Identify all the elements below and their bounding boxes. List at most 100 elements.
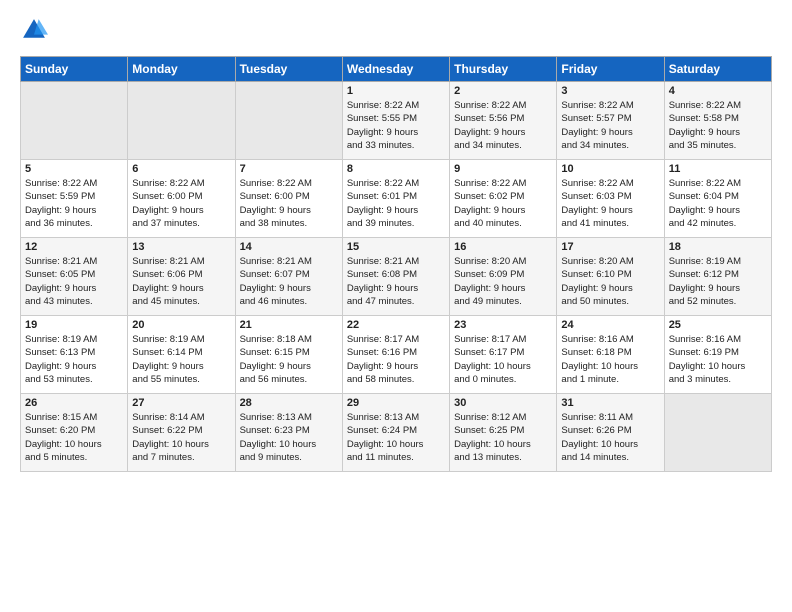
day-number: 21: [240, 319, 338, 331]
day-number: 12: [25, 241, 123, 253]
calendar-cell: [235, 82, 342, 160]
day-info: Sunrise: 8:22 AM Sunset: 6:03 PM Dayligh…: [561, 177, 659, 230]
calendar-cell: 2 Sunrise: 8:22 AM Sunset: 5:56 PM Daylig…: [450, 82, 557, 160]
day-number: 19: [25, 319, 123, 331]
day-number: 5: [25, 163, 123, 175]
calendar-cell: 27 Sunrise: 8:14 AM Sunset: 6:22 PM Dayli…: [128, 394, 235, 472]
calendar-cell: 28Sunrise: 8:13 AM Sunset: 6:23 PM Dayli…: [235, 394, 342, 472]
logo-icon: [20, 16, 48, 44]
day-number: 3: [561, 85, 659, 97]
day-number: 11: [669, 163, 767, 175]
day-number: 24: [561, 319, 659, 331]
weekday-header-sunday: Sunday: [21, 57, 128, 82]
day-number: 2: [454, 85, 552, 97]
day-info: Sunrise: 8:21 AM Sunset: 6:08 PM Dayligh…: [347, 255, 445, 308]
day-info: Sunrise: 8:19 AM Sunset: 6:12 PM Dayligh…: [669, 255, 767, 308]
calendar-cell: 3 Sunrise: 8:22 AM Sunset: 5:57 PM Daylig…: [557, 82, 664, 160]
calendar-cell: 26Sunrise: 8:15 AM Sunset: 6:20 PM Dayli…: [21, 394, 128, 472]
day-number: 9: [454, 163, 552, 175]
day-info: Sunrise: 8:13 AM Sunset: 6:24 PM Dayligh…: [347, 411, 445, 464]
weekday-header-tuesday: Tuesday: [235, 57, 342, 82]
calendar-cell: 11 Sunrise: 8:22 AM Sunset: 6:04 PM Dayli…: [664, 160, 771, 238]
day-info: Sunrise: 8:19 AM Sunset: 6:13 PM Dayligh…: [25, 333, 123, 386]
weekday-header-wednesday: Wednesday: [342, 57, 449, 82]
day-info: Sunrise: 8:11 AM Sunset: 6:26 PM Dayligh…: [561, 411, 659, 464]
weekday-header-friday: Friday: [557, 57, 664, 82]
day-number: 10: [561, 163, 659, 175]
day-info: Sunrise: 8:14 AM Sunset: 6:22 PM Dayligh…: [132, 411, 230, 464]
day-number: 16: [454, 241, 552, 253]
day-info: Sunrise: 8:20 AM Sunset: 6:10 PM Dayligh…: [561, 255, 659, 308]
day-number: 4: [669, 85, 767, 97]
calendar-week-row: 12 Sunrise: 8:21 AM Sunset: 6:05 PM Dayli…: [21, 238, 772, 316]
header: [20, 16, 772, 44]
day-number: 30: [454, 397, 552, 409]
day-info: Sunrise: 8:21 AM Sunset: 6:05 PM Dayligh…: [25, 255, 123, 308]
calendar-cell: 22 Sunrise: 8:17 AM Sunset: 6:16 PM Dayli…: [342, 316, 449, 394]
calendar-week-row: 26Sunrise: 8:15 AM Sunset: 6:20 PM Dayli…: [21, 394, 772, 472]
day-number: 29: [347, 397, 445, 409]
calendar-cell: [128, 82, 235, 160]
day-info: Sunrise: 8:22 AM Sunset: 6:01 PM Dayligh…: [347, 177, 445, 230]
day-info: Sunrise: 8:20 AM Sunset: 6:09 PM Dayligh…: [454, 255, 552, 308]
day-number: 22: [347, 319, 445, 331]
weekday-header-monday: Monday: [128, 57, 235, 82]
day-number: 27: [132, 397, 230, 409]
calendar-cell: 24Sunrise: 8:16 AM Sunset: 6:18 PM Dayli…: [557, 316, 664, 394]
day-info: Sunrise: 8:16 AM Sunset: 6:19 PM Dayligh…: [669, 333, 767, 386]
logo: [20, 16, 50, 44]
day-number: 6: [132, 163, 230, 175]
day-number: 7: [240, 163, 338, 175]
calendar-cell: [21, 82, 128, 160]
day-info: Sunrise: 8:19 AM Sunset: 6:14 PM Dayligh…: [132, 333, 230, 386]
day-info: Sunrise: 8:22 AM Sunset: 5:58 PM Dayligh…: [669, 99, 767, 152]
calendar-cell: 1Sunrise: 8:22 AM Sunset: 5:55 PM Daylig…: [342, 82, 449, 160]
day-number: 20: [132, 319, 230, 331]
day-info: Sunrise: 8:22 AM Sunset: 6:00 PM Dayligh…: [240, 177, 338, 230]
day-number: 17: [561, 241, 659, 253]
day-number: 23: [454, 319, 552, 331]
weekday-header-saturday: Saturday: [664, 57, 771, 82]
day-number: 25: [669, 319, 767, 331]
day-info: Sunrise: 8:21 AM Sunset: 6:07 PM Dayligh…: [240, 255, 338, 308]
calendar-cell: 16 Sunrise: 8:20 AM Sunset: 6:09 PM Dayli…: [450, 238, 557, 316]
day-number: 13: [132, 241, 230, 253]
day-info: Sunrise: 8:22 AM Sunset: 6:00 PM Dayligh…: [132, 177, 230, 230]
calendar-cell: 21 Sunrise: 8:18 AM Sunset: 6:15 PM Dayli…: [235, 316, 342, 394]
calendar-cell: 9Sunrise: 8:22 AM Sunset: 6:02 PM Daylig…: [450, 160, 557, 238]
day-info: Sunrise: 8:22 AM Sunset: 5:56 PM Dayligh…: [454, 99, 552, 152]
day-info: Sunrise: 8:12 AM Sunset: 6:25 PM Dayligh…: [454, 411, 552, 464]
calendar-cell: 30 Sunrise: 8:12 AM Sunset: 6:25 PM Dayli…: [450, 394, 557, 472]
calendar-cell: 15 Sunrise: 8:21 AM Sunset: 6:08 PM Dayli…: [342, 238, 449, 316]
day-number: 31: [561, 397, 659, 409]
day-info: Sunrise: 8:18 AM Sunset: 6:15 PM Dayligh…: [240, 333, 338, 386]
day-info: Sunrise: 8:17 AM Sunset: 6:16 PM Dayligh…: [347, 333, 445, 386]
page-container: SundayMondayTuesdayWednesdayThursdayFrid…: [0, 0, 792, 482]
calendar-cell: 18 Sunrise: 8:19 AM Sunset: 6:12 PM Dayli…: [664, 238, 771, 316]
calendar-cell: 20 Sunrise: 8:19 AM Sunset: 6:14 PM Dayli…: [128, 316, 235, 394]
day-info: Sunrise: 8:22 AM Sunset: 5:55 PM Dayligh…: [347, 99, 445, 152]
weekday-header-thursday: Thursday: [450, 57, 557, 82]
calendar-week-row: 1Sunrise: 8:22 AM Sunset: 5:55 PM Daylig…: [21, 82, 772, 160]
calendar-cell: 5Sunrise: 8:22 AM Sunset: 5:59 PM Daylig…: [21, 160, 128, 238]
day-number: 14: [240, 241, 338, 253]
day-info: Sunrise: 8:22 AM Sunset: 5:57 PM Dayligh…: [561, 99, 659, 152]
calendar-cell: 4 Sunrise: 8:22 AM Sunset: 5:58 PM Daylig…: [664, 82, 771, 160]
calendar-cell: 10 Sunrise: 8:22 AM Sunset: 6:03 PM Dayli…: [557, 160, 664, 238]
day-number: 18: [669, 241, 767, 253]
calendar-cell: 8Sunrise: 8:22 AM Sunset: 6:01 PM Daylig…: [342, 160, 449, 238]
calendar-cell: 12 Sunrise: 8:21 AM Sunset: 6:05 PM Dayli…: [21, 238, 128, 316]
day-info: Sunrise: 8:13 AM Sunset: 6:23 PM Dayligh…: [240, 411, 338, 464]
calendar-week-row: 19 Sunrise: 8:19 AM Sunset: 6:13 PM Dayli…: [21, 316, 772, 394]
weekday-header-row: SundayMondayTuesdayWednesdayThursdayFrid…: [21, 57, 772, 82]
calendar-cell: 6 Sunrise: 8:22 AM Sunset: 6:00 PM Daylig…: [128, 160, 235, 238]
calendar-cell: 19 Sunrise: 8:19 AM Sunset: 6:13 PM Dayli…: [21, 316, 128, 394]
calendar-table: SundayMondayTuesdayWednesdayThursdayFrid…: [20, 56, 772, 472]
calendar-cell: 14 Sunrise: 8:21 AM Sunset: 6:07 PM Dayli…: [235, 238, 342, 316]
day-info: Sunrise: 8:22 AM Sunset: 6:04 PM Dayligh…: [669, 177, 767, 230]
day-info: Sunrise: 8:21 AM Sunset: 6:06 PM Dayligh…: [132, 255, 230, 308]
calendar-cell: 7 Sunrise: 8:22 AM Sunset: 6:00 PM Daylig…: [235, 160, 342, 238]
calendar-week-row: 5Sunrise: 8:22 AM Sunset: 5:59 PM Daylig…: [21, 160, 772, 238]
day-number: 26: [25, 397, 123, 409]
day-number: 15: [347, 241, 445, 253]
